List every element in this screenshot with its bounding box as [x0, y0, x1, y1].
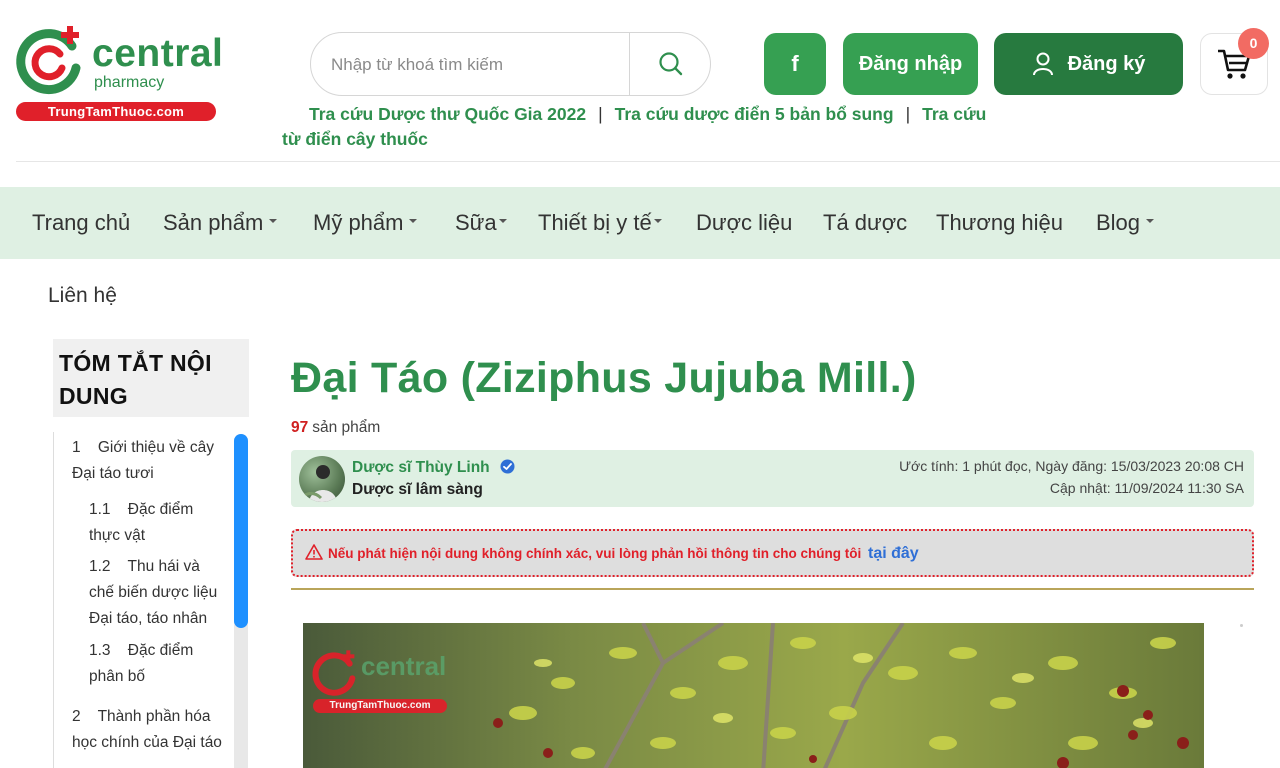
nav-item-contact[interactable]: Liên hệ: [48, 284, 117, 308]
author-name[interactable]: Dược sĩ Thùy Linh: [352, 459, 515, 477]
toc-item-line: 1 Giới thiệu về cây: [72, 439, 214, 456]
author-name-text: Dược sĩ Thùy Linh: [352, 459, 490, 476]
toc-item-1[interactable]: 1 Giới thiệu về cây Đại táo tươi: [72, 435, 214, 487]
toc-item-line: 1.3 Đặc điểm: [89, 642, 194, 659]
feedback-link[interactable]: tại đây: [868, 545, 919, 562]
nav-label: Blog: [1096, 210, 1141, 235]
caret-down-icon: [269, 219, 278, 224]
author-role: Dược sĩ lâm sàng: [352, 481, 483, 498]
publish-meta: Ước tính: 1 phút đọc, Ngày đăng: 15/03/2…: [899, 458, 1244, 474]
toc-item-line: 2 Thành phần hóa: [72, 708, 211, 725]
toc-item-1-3[interactable]: 1.3 Đặc điểm phân bố: [89, 638, 193, 690]
quick-link-separator: |: [598, 104, 603, 124]
toc-list: 1 Giới thiệu về cây Đại táo tươi 1.1 Đặc…: [53, 432, 249, 768]
nav-label: Dược liệu: [696, 210, 793, 235]
toc-item-line: phân bố: [89, 668, 146, 685]
product-count-number: 97: [291, 419, 309, 436]
nav-label: Sản phẩm: [163, 210, 264, 235]
toc-item-1-1[interactable]: 1.1 Đặc điểm thực vật: [89, 497, 193, 549]
watermark-banner: TrungTamThuoc.com: [313, 699, 447, 713]
logo-subtitle: pharmacy: [94, 74, 165, 91]
toc-scrollbar[interactable]: [234, 434, 248, 628]
caret-down-icon: [409, 219, 418, 224]
warning-icon: [305, 544, 323, 560]
nav-item-cosmetics[interactable]: Mỹ phẩm: [313, 210, 418, 236]
caret-down-icon: [653, 219, 662, 224]
search-box: [310, 32, 711, 96]
update-meta: Cập nhật: 11/09/2024 11:30 SA: [1049, 480, 1244, 496]
watermark-logo-icon: [312, 650, 356, 696]
product-count[interactable]: 97 sản phẩm: [291, 419, 380, 437]
author-box: Dược sĩ Thùy Linh Dược sĩ lâm sàng Ước t…: [291, 450, 1254, 507]
alert-text: Nếu phát hiện nội dung không chính xác, …: [328, 545, 919, 563]
quick-link-duoc-thu[interactable]: Tra cứu Dược thư Quốc Gia 2022: [309, 104, 586, 124]
facebook-icon: f: [791, 51, 799, 76]
nav-item-brands[interactable]: Thương hiệu: [936, 210, 1063, 236]
header-divider: [16, 161, 1280, 162]
product-count-label: sản phẩm: [312, 419, 381, 436]
nav-label: Thương hiệu: [936, 210, 1064, 235]
login-button[interactable]: Đăng nhập: [843, 33, 978, 95]
author-avatar[interactable]: [299, 456, 345, 502]
decorative-dot: [1240, 624, 1243, 627]
facebook-button[interactable]: f: [764, 33, 826, 95]
quick-link-duoc-dien[interactable]: Tra cứu dược điển 5 bản bổ sung: [615, 104, 894, 124]
logo-banner: TrungTamThuoc.com: [16, 102, 216, 121]
image-watermark: central TrungTamThuoc.com: [311, 647, 451, 717]
signup-label: Đăng ký: [1067, 52, 1146, 75]
logo-word: central: [92, 32, 224, 75]
toc-item-line: học chính của Đại táo: [72, 734, 222, 751]
feedback-alert: Nếu phát hiện nội dung không chính xác, …: [291, 529, 1254, 577]
user-icon: [1032, 52, 1053, 76]
toc-item-line: chế biến dược liệu: [89, 584, 218, 601]
content-divider: [291, 588, 1254, 590]
logo-mark-icon: [16, 26, 81, 95]
nav-item-home[interactable]: Trang chủ: [32, 210, 130, 236]
nav-label: Mỹ phẩm: [313, 210, 404, 235]
watermark-word: central: [361, 651, 447, 681]
search-input[interactable]: [331, 47, 621, 83]
nav-label: Sữa: [455, 210, 497, 235]
toc-item-line: 1.2 Thu hái và: [89, 558, 200, 575]
site-logo[interactable]: central pharmacy TrungTamThuoc.com: [14, 22, 223, 124]
signup-button[interactable]: Đăng ký: [994, 33, 1183, 95]
toc-item-line: Đại táo, táo nhân: [89, 610, 208, 627]
toc-title: TÓM TẮT NỘI DUNG: [53, 339, 249, 417]
toc-item-line: thực vật: [89, 527, 146, 544]
nav-item-blog[interactable]: Blog: [1096, 210, 1155, 236]
caret-down-icon: [498, 219, 507, 224]
quick-link-separator: |: [905, 104, 911, 124]
toc-item-1-2[interactable]: 1.2 Thu hái và chế biến dược liệu Đại tá…: [89, 554, 217, 632]
quick-links: Tra cứu Dược thư Quốc Gia 2022 | Tra cứu d…: [282, 102, 1002, 152]
toc-item-line: Đại táo tươi: [72, 465, 154, 482]
alert-message: Nếu phát hiện nội dung không chính xác, …: [328, 546, 862, 561]
search-divider: [629, 33, 630, 95]
nav-item-medical-devices[interactable]: Thiết bị y tế: [538, 210, 662, 236]
nav-label: Thiết bị y tế: [538, 210, 652, 235]
nav-item-herbs[interactable]: Dược liệu: [696, 210, 792, 236]
nav-item-milk[interactable]: Sữa: [455, 210, 507, 236]
caret-down-icon: [1146, 219, 1155, 224]
main-nav: Trang chủ Sản phẩm Mỹ phẩm Sữa Thiết bị …: [0, 187, 1280, 259]
nav-item-products[interactable]: Sản phẩm: [163, 210, 278, 236]
verified-badge-icon: [500, 459, 515, 474]
toc-item-2[interactable]: 2 Thành phần hóa học chính của Đại táo: [72, 704, 222, 756]
search-button[interactable]: [631, 33, 711, 95]
nav-label: Trang chủ: [32, 210, 131, 235]
article-hero-image: central TrungTamThuoc.com: [303, 623, 1204, 768]
article-title: Đại Táo (Ziziphus Jujuba Mill.): [291, 354, 917, 402]
search-icon: [659, 52, 683, 76]
nav-label: Tá dược: [823, 210, 908, 235]
avatar-photo-icon: [302, 465, 337, 502]
nav-item-excipients[interactable]: Tá dược: [823, 210, 907, 236]
toc-item-line: 1.1 Đặc điểm: [89, 501, 194, 518]
cart-count-badge: 0: [1238, 28, 1269, 59]
